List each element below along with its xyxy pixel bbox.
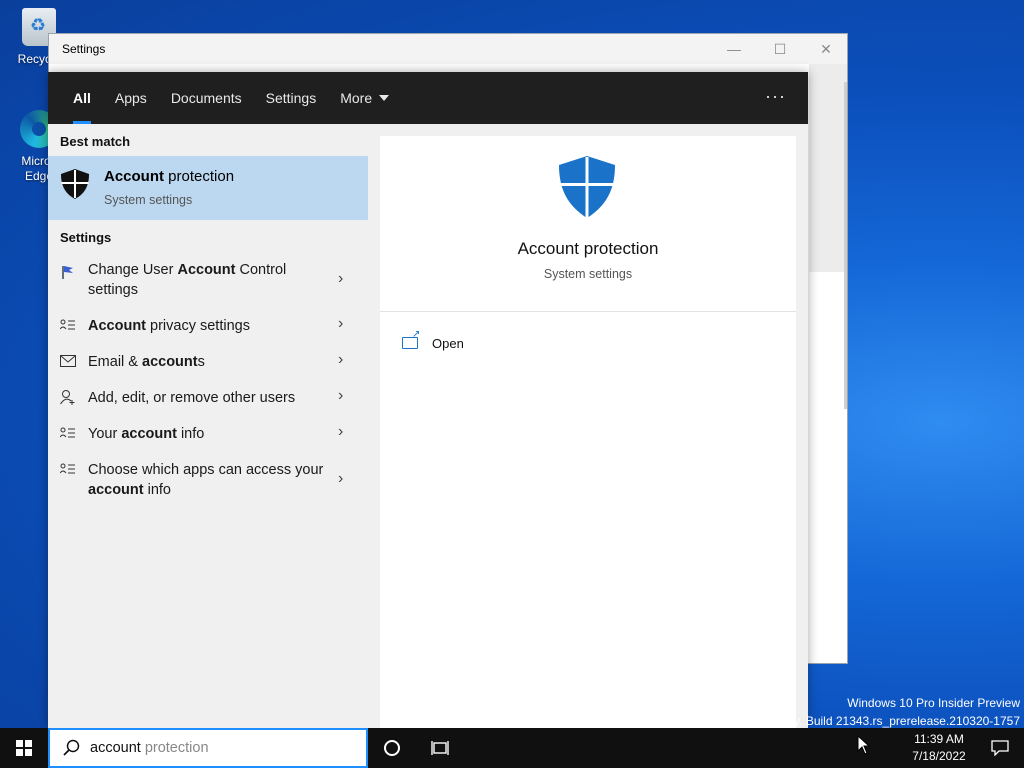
search-flyout: All Apps Documents Settings More ··· Bes… xyxy=(48,72,808,728)
watermark-line: Windows 10 Pro Insider Preview xyxy=(847,696,1020,710)
mail-icon xyxy=(60,354,78,370)
chevron-right-icon: › xyxy=(338,387,344,404)
divider xyxy=(380,311,796,312)
shield-icon xyxy=(559,156,615,218)
system-clock[interactable]: 11:39 AM 7/18/2022 xyxy=(900,731,978,765)
result-item-email-accounts[interactable]: Email & accounts › xyxy=(48,351,368,376)
mouse-cursor-icon xyxy=(857,735,871,755)
result-item-other-users[interactable]: Add, edit, or remove other users › xyxy=(48,387,368,412)
result-item-your-info[interactable]: Your account info › xyxy=(48,423,368,448)
best-match-result[interactable]: Account protection System settings xyxy=(48,156,368,220)
best-match-subtitle: System settings xyxy=(104,193,193,207)
tab-apps[interactable]: Apps xyxy=(103,72,159,124)
chevron-down-icon xyxy=(379,95,390,101)
chevron-right-icon: › xyxy=(338,470,344,487)
close-button[interactable]: ✕ xyxy=(803,34,849,64)
task-view-button[interactable] xyxy=(424,728,456,768)
taskbar-search-box[interactable]: account protection xyxy=(48,728,368,768)
result-preview-pane: Account protection System settings Open xyxy=(380,136,796,728)
result-item-account-privacy[interactable]: Account privacy settings › xyxy=(48,315,368,340)
result-label: Change User Account Control settings xyxy=(88,262,287,298)
task-view-icon xyxy=(431,741,449,755)
result-item-uac[interactable]: Change User Account Control settings › xyxy=(48,260,368,304)
cortana-icon xyxy=(384,740,400,756)
result-label: Your account info xyxy=(88,426,205,442)
clock-date: 7/18/2022 xyxy=(912,749,966,763)
windows-logo-icon xyxy=(16,740,32,756)
open-action[interactable]: Open xyxy=(402,329,464,353)
preview-subtitle: System settings xyxy=(543,267,633,281)
best-match-title: Account protection xyxy=(104,168,235,185)
result-label: Choose which apps can access your accoun… xyxy=(88,462,324,498)
action-center-button[interactable] xyxy=(980,728,1020,768)
results-list: Best match Account protection System set… xyxy=(48,124,368,728)
shield-icon xyxy=(61,169,89,199)
minimize-button[interactable]: — xyxy=(711,34,757,64)
result-label: Account privacy settings xyxy=(88,318,250,334)
result-label: Add, edit, or remove other users xyxy=(88,390,296,406)
window-title: Settings xyxy=(62,42,106,56)
section-heading-settings: Settings xyxy=(60,230,112,245)
person-add-icon xyxy=(60,389,78,405)
chevron-right-icon: › xyxy=(338,351,344,368)
tab-more[interactable]: More xyxy=(328,72,401,124)
start-button[interactable] xyxy=(0,728,48,768)
settings-content-fragment xyxy=(809,64,847,272)
tab-all[interactable]: All xyxy=(61,72,103,124)
tab-settings[interactable]: Settings xyxy=(254,72,329,124)
notification-icon xyxy=(991,740,1009,756)
open-action-label: Open xyxy=(432,335,464,351)
search-icon xyxy=(63,739,80,756)
clock-time: 11:39 AM xyxy=(914,732,964,746)
search-tab-bar: All Apps Documents Settings More ··· xyxy=(48,72,808,124)
maximize-button[interactable]: ☐ xyxy=(757,34,803,64)
chevron-right-icon: › xyxy=(338,423,344,440)
section-heading-best-match: Best match xyxy=(60,134,131,149)
more-options-button[interactable]: ··· xyxy=(765,86,786,107)
list-person-icon xyxy=(59,318,78,334)
open-window-icon xyxy=(402,329,420,349)
list-person-icon xyxy=(59,426,78,442)
chevron-right-icon: › xyxy=(338,315,344,332)
flag-icon xyxy=(60,264,78,280)
preview-title: Account protection xyxy=(517,239,659,258)
cortana-button[interactable] xyxy=(376,728,408,768)
tab-documents[interactable]: Documents xyxy=(159,72,254,124)
chevron-right-icon: › xyxy=(338,270,344,287)
result-label: Email & accounts xyxy=(88,354,205,370)
scrollbar[interactable] xyxy=(844,82,847,409)
result-item-app-access[interactable]: Choose which apps can access your accoun… xyxy=(48,460,368,504)
list-person-icon xyxy=(59,462,78,478)
build-watermark: Windows 10 Pro Insider Preview y. Build … xyxy=(794,694,1020,730)
search-input[interactable]: account protection xyxy=(90,740,209,756)
